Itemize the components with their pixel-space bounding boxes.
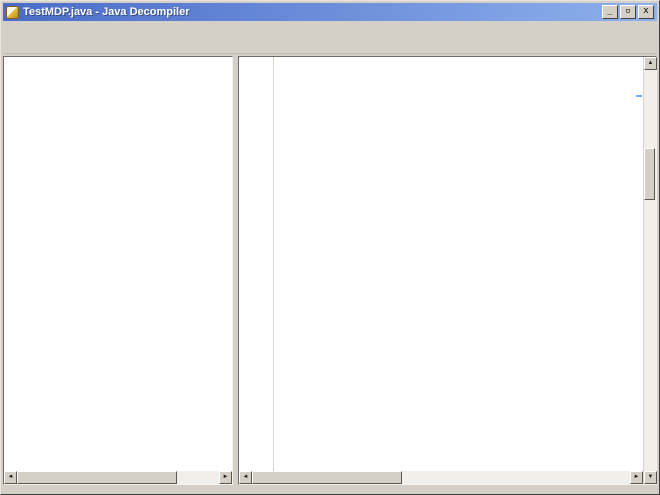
package-tree (4, 57, 232, 471)
maximize-button[interactable]: ▫ (620, 5, 636, 19)
app-window: TestMDP.java - Java Decompiler _ ▫ x ◄ ► (0, 0, 660, 495)
toolbar (3, 37, 657, 54)
status-strip (3, 485, 657, 492)
code-editor: ◄ ► ▲ ▼ (238, 56, 657, 485)
editor-panel: ◄ ► ▲ ▼ (238, 56, 657, 485)
app-icon (6, 6, 19, 19)
code-hscrollbar[interactable]: ◄ ► (239, 471, 643, 484)
close-button[interactable]: x (638, 5, 654, 19)
gutter-separator (273, 57, 274, 471)
scroll-left-button[interactable]: ◄ (239, 471, 252, 484)
scroll-up-button[interactable]: ▲ (644, 57, 657, 70)
scrollbar-thumb[interactable] (17, 471, 177, 484)
tree-hscrollbar[interactable]: ◄ ► (4, 471, 232, 484)
scroll-right-button[interactable]: ► (630, 471, 643, 484)
scrollbar-thumb[interactable] (644, 148, 655, 200)
scrollbar-thumb[interactable] (252, 471, 402, 484)
code-vscrollbar[interactable]: ▲ ▼ (643, 57, 656, 484)
code-view[interactable] (239, 57, 643, 471)
package-tree-panel: ◄ ► (3, 56, 233, 485)
scroll-right-button[interactable]: ► (219, 471, 232, 484)
scroll-down-button[interactable]: ▼ (644, 471, 657, 484)
window-title: TestMDP.java - Java Decompiler (23, 6, 602, 18)
main-area: ◄ ► ◄ ► ▲ (3, 56, 657, 485)
title-bar[interactable]: TestMDP.java - Java Decompiler _ ▫ x (3, 3, 657, 21)
overview-ruler-mark (636, 95, 642, 97)
minimize-button[interactable]: _ (602, 5, 618, 19)
menu-bar (3, 21, 657, 37)
scroll-left-button[interactable]: ◄ (4, 471, 17, 484)
